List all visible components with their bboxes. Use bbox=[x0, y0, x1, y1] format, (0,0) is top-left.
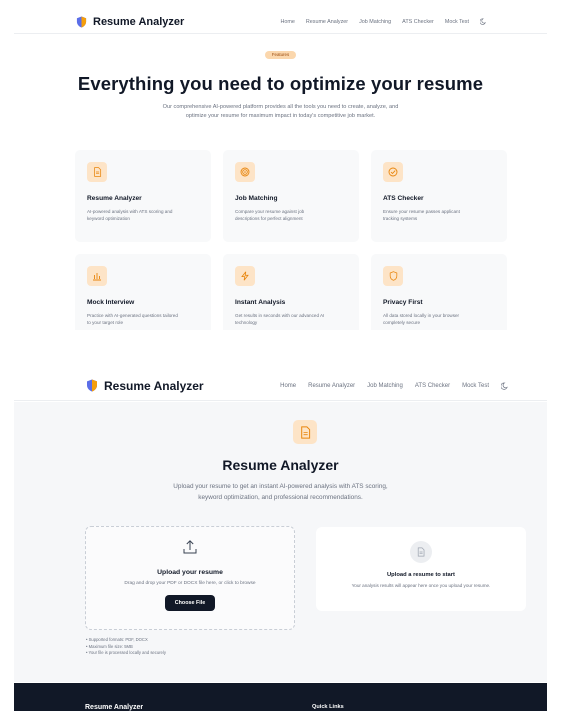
note-item: • Supported formats: PDF, DOCX bbox=[86, 637, 148, 642]
bar-chart-icon bbox=[87, 266, 107, 286]
feature-desc: Compare your resume against job descripti… bbox=[235, 208, 347, 222]
document-icon bbox=[87, 162, 107, 182]
analyzer-subtitle-line: keyword optimization, and professional r… bbox=[198, 493, 363, 501]
nav-link-resume-analyzer[interactable]: Resume Analyzer bbox=[308, 383, 355, 389]
feature-desc-line: AI-powered analysis with ATS scoring and bbox=[87, 209, 173, 214]
choose-file-button[interactable]: Choose File bbox=[164, 595, 216, 611]
document-icon bbox=[410, 541, 432, 563]
nav-link-home[interactable]: Home bbox=[280, 383, 296, 389]
feature-desc-line: Ensure your resume passes applicant bbox=[383, 209, 460, 214]
shield-icon bbox=[383, 266, 403, 286]
results-description: Your analysis results will appear here o… bbox=[351, 583, 491, 588]
features-heading: Everything you need to optimize your res… bbox=[77, 73, 484, 94]
feature-desc-line: Get results in seconds with our advanced… bbox=[235, 313, 325, 318]
feature-card-mock-interview[interactable]: Mock Interview Practice with AI-generate… bbox=[75, 254, 211, 330]
nav-link-job-matching[interactable]: Job Matching bbox=[359, 19, 391, 25]
brand-name: Resume Analyzer bbox=[93, 15, 185, 28]
nav-link-home[interactable]: Home bbox=[280, 19, 294, 25]
feature-grid: Resume Analyzer AI-powered analysis with… bbox=[75, 150, 507, 330]
nav-link-mock-test[interactable]: Mock Test bbox=[445, 19, 469, 25]
feature-desc-line: tracking systems bbox=[383, 216, 418, 222]
feature-desc-line: keyword optimization bbox=[87, 216, 130, 222]
note-item: • Your file is processed locally and sec… bbox=[86, 650, 166, 656]
feature-card-job-matching[interactable]: Job Matching Compare your resume against… bbox=[223, 150, 359, 242]
analyzer-subtitle-line: Upload your resume to get an instant AI-… bbox=[173, 483, 388, 490]
target-icon bbox=[235, 162, 255, 182]
upload-icon bbox=[183, 540, 197, 554]
upload-description: Drag and drop your PDF or DOCX file here… bbox=[124, 581, 256, 586]
feature-desc-line: to your target role bbox=[87, 320, 124, 326]
shield-icon bbox=[76, 16, 87, 27]
feature-title: ATS Checker bbox=[383, 195, 424, 202]
feature-desc: AI-powered analysis with ATS scoring and… bbox=[87, 208, 199, 222]
feature-title: Instant Analysis bbox=[235, 299, 286, 306]
feature-title: Mock Interview bbox=[87, 299, 135, 306]
feature-desc-line: Practice with AI-generated questions tai… bbox=[87, 313, 178, 318]
feature-desc: Ensure your resume passes applicant track… bbox=[383, 208, 495, 222]
feature-desc: Practice with AI-generated questions tai… bbox=[87, 312, 199, 326]
feature-desc: All data stored locally in your browser c… bbox=[383, 312, 495, 326]
brand-logo[interactable]: Resume Analyzer bbox=[86, 379, 204, 393]
nav-link-ats-checker[interactable]: ATS Checker bbox=[415, 383, 450, 389]
shield-icon bbox=[87, 379, 97, 392]
note-item: • Maximum file size: 5MB bbox=[86, 643, 133, 649]
nav-link-resume-analyzer[interactable]: Resume Analyzer bbox=[306, 19, 348, 25]
feature-title: Job Matching bbox=[235, 195, 278, 202]
features-hero: Features Everything you need to optimize… bbox=[0, 43, 561, 120]
top-navbar: Resume Analyzer Home Resume Analyzer Job… bbox=[14, 10, 547, 34]
upload-title: Upload your resume bbox=[157, 569, 223, 576]
analyzer-title: Resume Analyzer bbox=[222, 457, 339, 473]
feature-desc-line: descriptions for perfect alignment bbox=[235, 216, 303, 222]
nav-link-mock-test[interactable]: Mock Test bbox=[462, 383, 489, 389]
analyzer-navbar: Resume Analyzer Home Resume Analyzer Job… bbox=[14, 371, 547, 401]
feature-desc-line: Compare your resume against job bbox=[235, 209, 305, 214]
features-badge: Features bbox=[264, 50, 297, 59]
upload-dropzone[interactable]: Upload your resume Drag and drop your PD… bbox=[85, 526, 295, 630]
feature-card-resume-analyzer[interactable]: Resume Analyzer AI-powered analysis with… bbox=[75, 150, 211, 242]
moon-icon[interactable] bbox=[501, 382, 509, 390]
footer-brand: Resume Analyzer bbox=[85, 704, 144, 711]
features-subtitle-line: optimize your resume for maximum impact … bbox=[185, 112, 376, 119]
results-placeholder: Upload a resume to start Your analysis r… bbox=[316, 527, 526, 611]
feature-card-instant-analysis[interactable]: Instant Analysis Get results in seconds … bbox=[223, 254, 359, 330]
footer: Resume Analyzer Quick Links bbox=[14, 683, 547, 711]
feature-title: Resume Analyzer bbox=[87, 195, 142, 202]
upload-notes: • Supported formats: PDF, DOCX • Maximum… bbox=[86, 637, 166, 657]
moon-icon[interactable] bbox=[480, 18, 487, 25]
nav-link-ats-checker[interactable]: ATS Checker bbox=[402, 19, 434, 25]
feature-desc-line: completely secure bbox=[383, 320, 421, 326]
features-subtitle: Our comprehensive AI-powered platform pr… bbox=[121, 103, 441, 120]
footer-quick-links-heading: Quick Links bbox=[312, 704, 344, 710]
brand-name: Resume Analyzer bbox=[104, 378, 204, 393]
feature-desc-line: technology bbox=[235, 320, 258, 326]
feature-card-privacy-first[interactable]: Privacy First All data stored locally in… bbox=[371, 254, 507, 330]
feature-desc-line: All data stored locally in your browser bbox=[383, 313, 460, 318]
features-subtitle-line: Our comprehensive AI-powered platform pr… bbox=[162, 104, 399, 110]
analyzer-subtitle: Upload your resume to get an instant AI-… bbox=[0, 482, 561, 503]
check-circle-icon bbox=[383, 162, 403, 182]
feature-title: Privacy First bbox=[383, 299, 423, 306]
nav-link-job-matching[interactable]: Job Matching bbox=[367, 383, 403, 389]
document-icon bbox=[293, 420, 317, 444]
bolt-icon bbox=[235, 266, 255, 286]
results-title: Upload a resume to start bbox=[387, 572, 455, 578]
feature-desc: Get results in seconds with our advanced… bbox=[235, 312, 347, 326]
feature-card-ats-checker[interactable]: ATS Checker Ensure your resume passes ap… bbox=[371, 150, 507, 242]
brand-logo[interactable]: Resume Analyzer bbox=[76, 16, 184, 28]
